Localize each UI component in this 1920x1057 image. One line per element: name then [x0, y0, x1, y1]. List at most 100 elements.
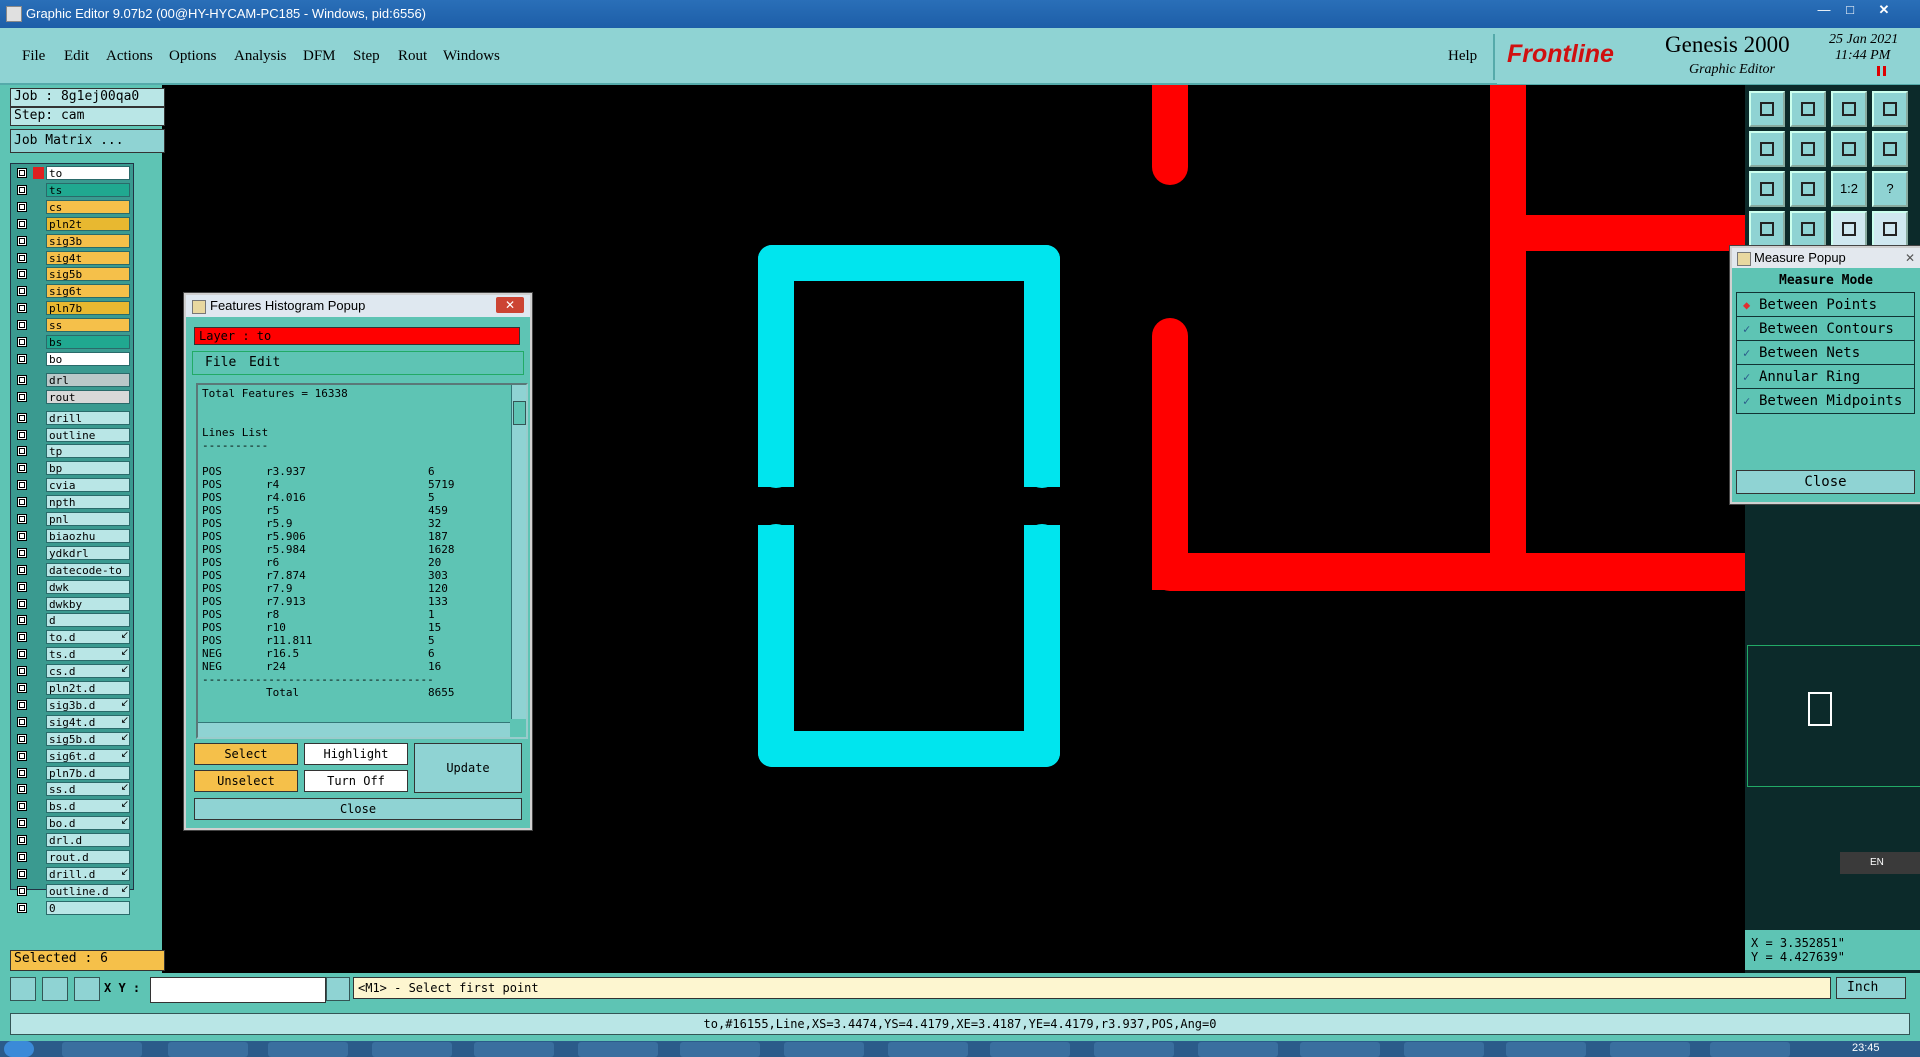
layer-row[interactable]: pln7b	[15, 301, 131, 316]
layer-row[interactable]: outline.d ↙	[15, 883, 131, 898]
layer-checkbox[interactable]	[17, 598, 27, 609]
line-tool-icon[interactable]	[10, 977, 36, 1001]
menu-help[interactable]: Help	[1448, 48, 1477, 65]
histogram-row[interactable]: POS r10 15	[202, 621, 498, 634]
pan-left-icon[interactable]	[1749, 131, 1785, 167]
language-indicator[interactable]: EN	[1840, 852, 1920, 874]
histogram-row[interactable]: POS r4 5719	[202, 478, 498, 491]
overview-map[interactable]	[1747, 645, 1920, 787]
layer-name[interactable]: sig4t	[46, 250, 130, 265]
units-select[interactable]: Inch	[1836, 977, 1906, 999]
layer-name[interactable]: sig3b.d	[46, 697, 130, 712]
layer-checkbox[interactable]	[17, 716, 27, 727]
layer-row[interactable]: ss.d ↙	[15, 782, 131, 797]
menu-file[interactable]: File	[22, 48, 45, 65]
layer-row[interactable]: datecode-to	[15, 562, 131, 577]
histogram-menu-edit[interactable]: Edit	[249, 355, 280, 370]
maximize-button[interactable]: □	[1836, 2, 1864, 20]
layer-row[interactable]: outline	[15, 427, 131, 442]
layer-name[interactable]: sig6t.d	[46, 748, 130, 763]
pan-right-icon[interactable]	[1790, 131, 1826, 167]
taskbar-item[interactable]	[1404, 1042, 1484, 1057]
taskbar-item[interactable]	[168, 1042, 248, 1057]
layer-name[interactable]: pln7b.d	[46, 765, 130, 780]
layer-checkbox[interactable]	[17, 184, 27, 195]
taskbar-item[interactable]	[1710, 1042, 1790, 1057]
taskbar-item[interactable]	[1610, 1042, 1690, 1057]
histogram-hscrollbar[interactable]	[198, 722, 510, 737]
layer-name[interactable]: drl.d	[46, 833, 130, 848]
menu-rout[interactable]: Rout	[398, 48, 427, 65]
layer-checkbox[interactable]	[17, 530, 27, 541]
taskbar-item[interactable]	[1300, 1042, 1380, 1057]
layer-row[interactable]: sig6t.d ↙	[15, 748, 131, 763]
taskbar-item[interactable]	[474, 1042, 554, 1057]
layer-checkbox[interactable]	[17, 446, 27, 457]
layer-checkbox[interactable]	[17, 391, 27, 402]
taskbar-item[interactable]	[62, 1042, 142, 1057]
layer-checkbox[interactable]	[17, 750, 27, 761]
ratio-icon[interactable]: 1:2	[1831, 171, 1867, 207]
histogram-row[interactable]: POS r7.874 303	[202, 569, 498, 582]
taskbar-item[interactable]	[1198, 1042, 1278, 1057]
layer-checkbox[interactable]	[17, 784, 27, 795]
xy-input[interactable]	[150, 977, 326, 1003]
layer-checkbox[interactable]	[17, 801, 27, 812]
layer-checkbox[interactable]	[17, 497, 27, 508]
histogram-row[interactable]: NEG r24 16	[202, 660, 498, 673]
measure-close-button[interactable]: Close	[1736, 470, 1915, 494]
net-icon[interactable]	[1831, 211, 1867, 247]
histogram-row[interactable]: POS r7.913 133	[202, 595, 498, 608]
histogram-menu-file[interactable]: File	[205, 355, 236, 370]
layer-name[interactable]: ts.d	[46, 647, 130, 662]
layer-checkbox[interactable]	[17, 269, 27, 280]
layer-row[interactable]: cvia	[15, 478, 131, 493]
taskbar-item[interactable]	[268, 1042, 348, 1057]
layer-checkbox[interactable]	[17, 235, 27, 246]
taskbar-item[interactable]	[1506, 1042, 1586, 1057]
layer-row[interactable]: sig3b.d ↙	[15, 697, 131, 712]
layer-checkbox[interactable]	[17, 201, 27, 212]
histogram-vscrollbar[interactable]	[511, 385, 526, 719]
taskbar-item[interactable]	[990, 1042, 1070, 1057]
histogram-row[interactable]: POS r4.016 5	[202, 491, 498, 504]
layer-row[interactable]: tp	[15, 444, 131, 459]
layer-checkbox[interactable]	[17, 818, 27, 829]
layer-row[interactable]: to.d ↙	[15, 630, 131, 645]
angle-tool-icon[interactable]	[42, 977, 68, 1001]
start-button[interactable]	[4, 1041, 34, 1057]
grid-tool-icon[interactable]	[74, 977, 100, 1001]
measure-mode-option[interactable]: ✓ Between Contours	[1736, 316, 1915, 342]
layer-checkbox[interactable]	[17, 767, 27, 778]
layer-name[interactable]: pnl	[46, 512, 130, 526]
layer-row[interactable]: sig4t	[15, 250, 131, 265]
layer-row[interactable]: biaozhu	[15, 528, 131, 543]
layer-name[interactable]: pln2t	[46, 216, 130, 231]
minimize-button[interactable]: —	[1810, 2, 1838, 20]
menu-dfm[interactable]: DFM	[303, 48, 336, 65]
layer-checkbox[interactable]	[17, 480, 27, 491]
layer-name[interactable]: dwk	[46, 579, 130, 594]
histogram-row[interactable]: POS r5.984 1628	[202, 543, 498, 556]
layer-checkbox[interactable]	[17, 514, 27, 524]
taskbar-item[interactable]	[784, 1042, 864, 1057]
select-button[interactable]: Select	[194, 743, 298, 765]
layer-checkbox[interactable]	[17, 463, 27, 474]
layer-row[interactable]: bp	[15, 461, 131, 476]
probe-icon[interactable]	[1790, 211, 1826, 247]
taskbar-item[interactable]	[888, 1042, 968, 1057]
layer-checkbox[interactable]	[17, 412, 27, 423]
layer-name[interactable]: rout	[46, 389, 130, 404]
layer-row[interactable]: d	[15, 613, 131, 628]
layer-name[interactable]: ss.d	[46, 782, 130, 797]
layer-checkbox[interactable]	[17, 218, 27, 229]
layer-name[interactable]: outline	[46, 427, 130, 442]
layer-name[interactable]: datecode-to	[46, 562, 130, 577]
s-curve-icon[interactable]	[1872, 131, 1908, 167]
histogram-row[interactable]: POS r5 459	[202, 504, 498, 517]
layer-row[interactable]: bo.d ↙	[15, 816, 131, 831]
histogram-row[interactable]: NEG r16.5 6	[202, 647, 498, 660]
layer-row[interactable]: pln7b.d	[15, 765, 131, 780]
taskbar-item[interactable]	[578, 1042, 658, 1057]
tool-icon[interactable]	[1749, 211, 1785, 247]
